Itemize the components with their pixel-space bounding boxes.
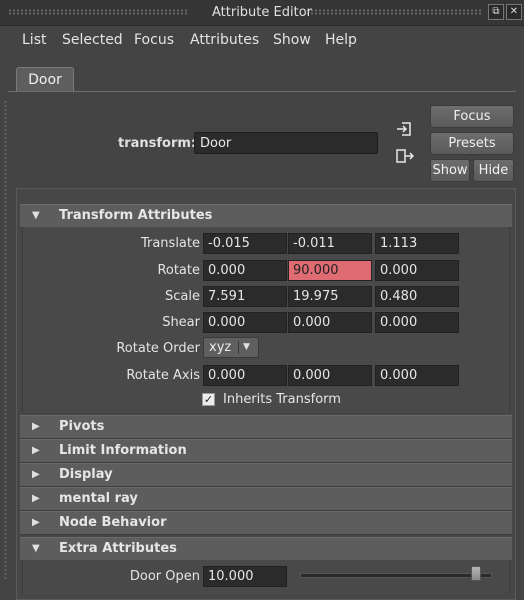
rotate-axis-z-field[interactable]: 0.000 (375, 365, 459, 386)
translate-y-field[interactable]: -0.011 (288, 233, 372, 254)
door-open-slider-track[interactable] (300, 573, 492, 578)
scale-label: Scale (165, 289, 200, 304)
dropdown-divider (238, 341, 239, 354)
section-pivots[interactable]: ▶ Pivots (20, 415, 512, 439)
rotate-axis-y-field[interactable]: 0.000 (288, 365, 372, 386)
shear-yz-field[interactable]: 0.000 (375, 312, 459, 333)
focus-button[interactable]: Focus (430, 105, 514, 128)
section-label: Pivots (59, 419, 105, 434)
door-open-label: Door Open (129, 569, 200, 584)
window-title: Attribute Editor (211, 5, 312, 20)
chevron-down-icon: ▼ (243, 342, 250, 352)
node-type-label: transform: (118, 136, 197, 151)
rotate-y-field[interactable]: 90.000 (288, 260, 372, 281)
inherits-transform-checkbox[interactable]: ✓ (202, 393, 215, 406)
door-open-slider-handle[interactable] (471, 566, 481, 581)
section-label: Extra Attributes (59, 541, 177, 556)
section-extra-attributes[interactable]: ▼ Extra Attributes (20, 537, 512, 561)
section-display[interactable]: ▶ Display (20, 463, 512, 487)
tab-door[interactable]: Door (16, 67, 74, 92)
collapsed-arrow-icon: ▶ (32, 517, 40, 528)
show-button[interactable]: Show (430, 159, 470, 182)
shear-xy-field[interactable]: 0.000 (203, 312, 287, 333)
presets-button[interactable]: Presets (430, 132, 514, 155)
scale-x-field[interactable]: 7.591 (203, 286, 287, 307)
load-attributes-icon[interactable] (396, 122, 412, 136)
menu-focus[interactable]: Focus (134, 32, 174, 48)
menu-selected[interactable]: Selected (62, 32, 123, 48)
scale-z-field[interactable]: 0.480 (375, 286, 459, 307)
tab-divider (8, 91, 516, 92)
menu-help[interactable]: Help (325, 32, 357, 48)
rotate-x-field[interactable]: 0.000 (203, 260, 287, 281)
door-open-field[interactable]: 10.000 (203, 566, 287, 587)
collapsed-arrow-icon: ▶ (32, 493, 40, 504)
menu-show[interactable]: Show (273, 32, 311, 48)
section-label: Transform Attributes (59, 208, 213, 223)
section-label: Display (59, 467, 113, 482)
expanded-arrow-icon: ▼ (32, 210, 40, 221)
inherits-transform-label: Inherits Transform (223, 392, 341, 407)
translate-x-field[interactable]: -0.015 (203, 233, 287, 254)
section-label: Node Behavior (59, 515, 167, 530)
section-label: Limit Information (59, 443, 187, 458)
section-node-behavior[interactable]: ▶ Node Behavior (20, 511, 512, 535)
section-mental-ray[interactable]: ▶ mental ray (20, 487, 512, 511)
close-icon[interactable]: ✕ (506, 4, 522, 20)
menu-attributes[interactable]: Attributes (190, 32, 259, 48)
section-transform-attributes[interactable]: ▼ Transform Attributes (20, 204, 512, 228)
node-name-field[interactable]: Door (194, 132, 378, 154)
resize-handle[interactable] (4, 100, 7, 580)
translate-z-field[interactable]: 1.113 (375, 233, 459, 254)
collapsed-arrow-icon: ▶ (32, 469, 40, 480)
shear-xz-field[interactable]: 0.000 (288, 312, 372, 333)
section-label: mental ray (59, 491, 138, 506)
rotate-order-dropdown[interactable]: xyz ▼ (203, 337, 259, 358)
rotate-z-field[interactable]: 0.000 (375, 260, 459, 281)
rotate-label: Rotate (157, 263, 200, 278)
expanded-arrow-icon: ▼ (32, 543, 40, 554)
menu-list[interactable]: List (22, 32, 46, 48)
collapsed-arrow-icon: ▶ (32, 445, 40, 456)
title-bar[interactable]: Attribute Editor ⧉ ✕ (0, 0, 524, 26)
rotate-axis-x-field[interactable]: 0.000 (203, 365, 287, 386)
rotate-axis-label: Rotate Axis (126, 368, 200, 383)
section-limit-information[interactable]: ▶ Limit Information (20, 439, 512, 463)
copy-tab-icon[interactable] (396, 149, 415, 163)
hide-button[interactable]: Hide (473, 159, 514, 182)
translate-label: Translate (140, 236, 200, 251)
collapsed-arrow-icon: ▶ (32, 421, 40, 432)
rotate-order-value: xyz (209, 340, 232, 355)
scale-y-field[interactable]: 19.975 (288, 286, 372, 307)
float-window-icon[interactable]: ⧉ (488, 4, 504, 20)
rotate-order-label: Rotate Order (116, 341, 200, 356)
shear-label: Shear (162, 315, 200, 330)
